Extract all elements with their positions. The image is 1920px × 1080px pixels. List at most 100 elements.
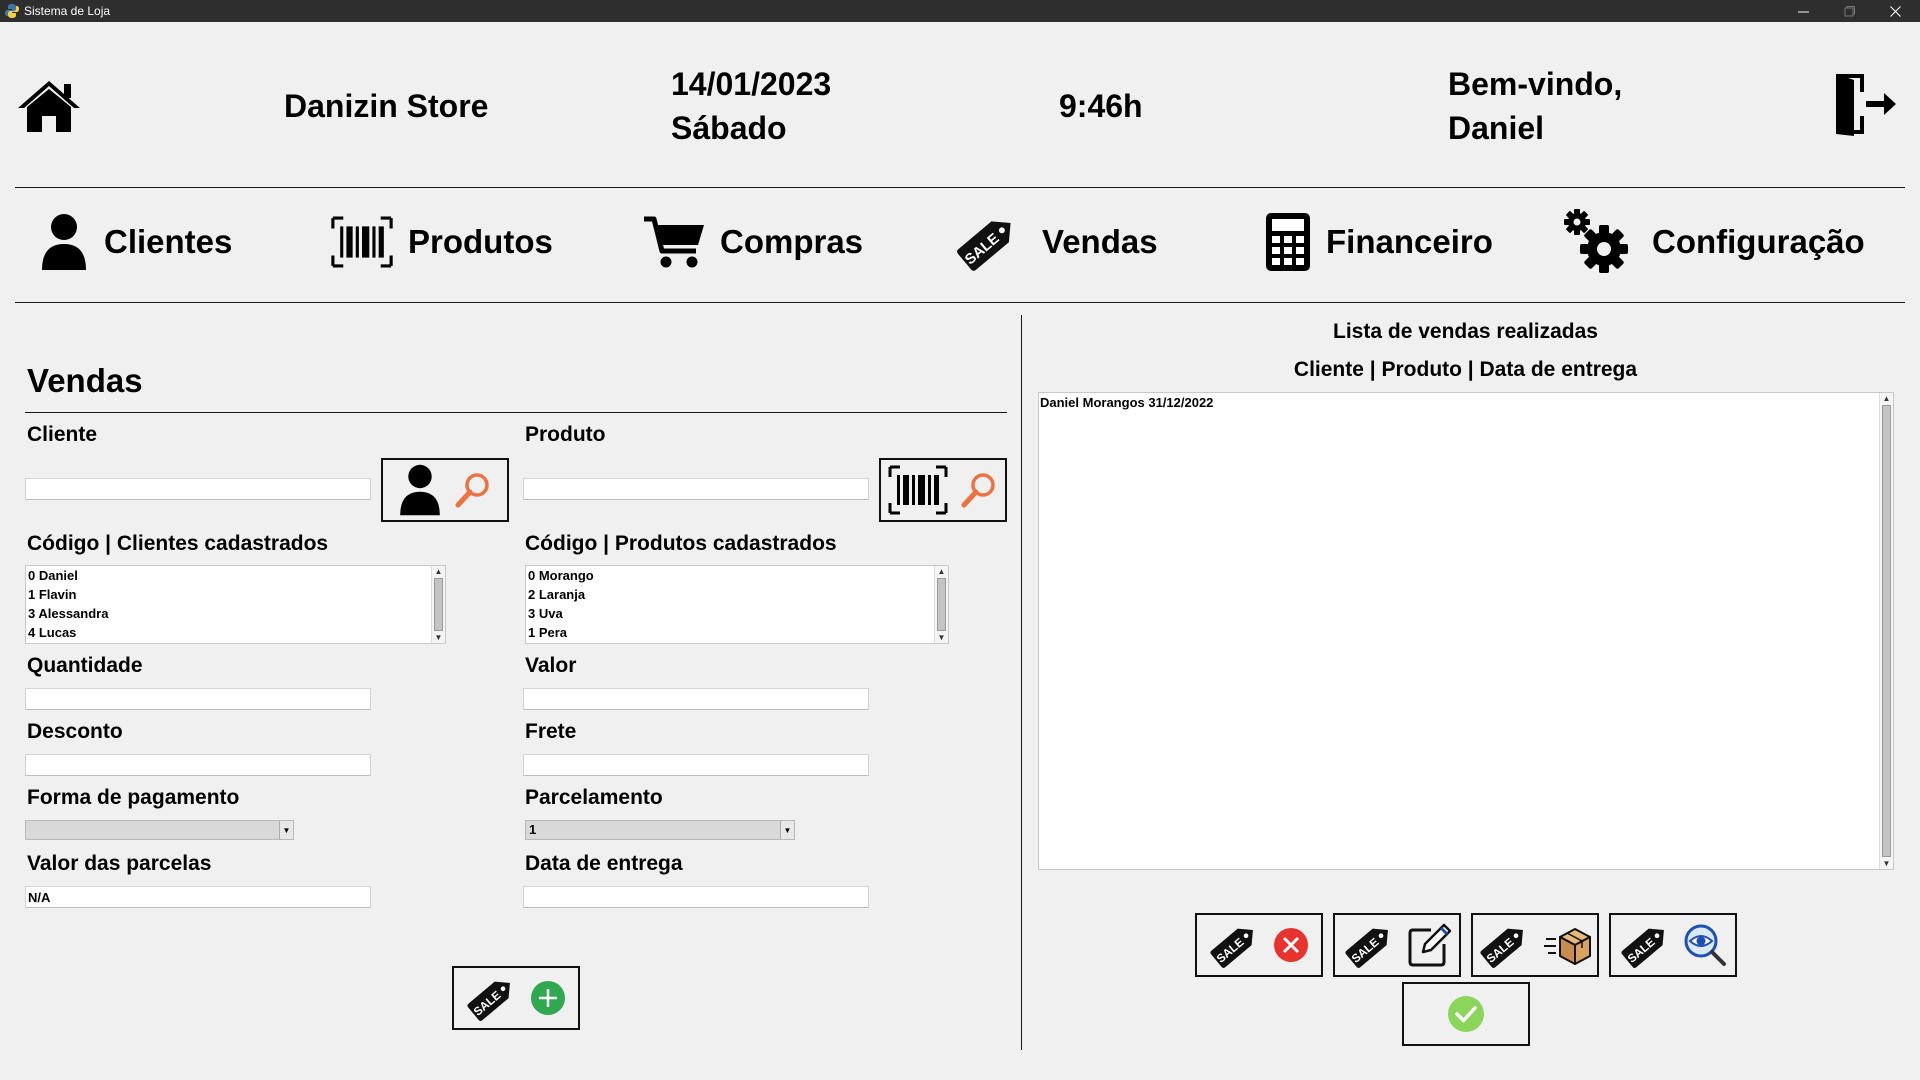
nav-configuracao[interactable]: Configuração — [1562, 202, 1865, 282]
edit-icon — [1408, 923, 1451, 967]
search-icon — [453, 470, 493, 510]
section-divider — [25, 412, 1007, 413]
nav-produtos[interactable]: Produtos — [330, 202, 553, 282]
produto-label: Produto — [525, 423, 606, 446]
list-item[interactable]: 3 Uva — [526, 604, 948, 623]
add-icon — [531, 981, 565, 1015]
clientes-scrollbar[interactable]: ▲ ▼ — [431, 566, 445, 643]
nav-vendas[interactable]: Vendas — [954, 202, 1158, 282]
chevron-down-icon[interactable]: ▼ — [279, 821, 293, 839]
sale-tag-icon — [954, 208, 1022, 276]
logout-icon[interactable] — [1832, 70, 1900, 138]
list-item[interactable]: 0 Daniel — [26, 566, 445, 585]
scroll-thumb[interactable] — [1882, 405, 1891, 857]
produtos-scrollbar[interactable]: ▲ ▼ — [934, 566, 948, 643]
header-divider — [15, 187, 1905, 188]
nav-financeiro-label: Financeiro — [1326, 223, 1493, 260]
deliver-sale-button[interactable] — [1471, 913, 1599, 977]
valor-label: Valor — [525, 654, 577, 677]
user-icon — [38, 212, 90, 272]
search-client-button[interactable] — [381, 458, 509, 522]
pagamento-select[interactable]: ▼ — [25, 820, 294, 840]
sales-scrollbar[interactable]: ▲ ▼ — [1879, 393, 1893, 869]
nav-compras[interactable]: Compras — [642, 202, 863, 282]
confirm-button[interactable] — [1402, 982, 1530, 1046]
minimize-icon — [1797, 11, 1809, 12]
panel-divider — [1021, 315, 1022, 1050]
window-title: Sistema de Loja — [24, 4, 111, 18]
home-icon[interactable] — [16, 78, 82, 134]
produtos-list-header: Código | Produtos cadastrados — [525, 532, 837, 555]
sale-tag-icon — [1478, 918, 1532, 972]
produtos-listbox[interactable]: 0 Morango 2 Laranja 3 Uva 1 Pera ▲ ▼ — [525, 565, 949, 644]
valor-input[interactable] — [523, 688, 869, 710]
gear-icon — [1564, 209, 1628, 273]
sale-tag-icon — [1208, 918, 1262, 972]
valor-parcelas-label: Valor das parcelas — [27, 852, 212, 875]
edit-sale-button[interactable] — [1333, 913, 1461, 977]
nav-vendas-label: Vendas — [1042, 223, 1158, 260]
sales-listbox[interactable]: Daniel Morangos 31/12/2022 ▲ ▼ — [1038, 392, 1894, 870]
data-entrega-input[interactable] — [523, 886, 869, 908]
chevron-down-icon[interactable]: ▼ — [780, 821, 794, 839]
minimize-button[interactable] — [1780, 0, 1826, 22]
list-item[interactable]: Daniel Morangos 31/12/2022 — [1039, 393, 1893, 412]
list-item[interactable]: 1 Pera — [526, 623, 948, 642]
nav-clientes-label: Clientes — [104, 223, 233, 260]
close-window-button[interactable] — [1872, 0, 1918, 22]
add-sale-button[interactable] — [452, 966, 580, 1030]
sales-list-columns: Cliente | Produto | Data de entrega — [1293, 358, 1638, 381]
package-icon — [1544, 928, 1591, 965]
nav-financeiro[interactable]: Financeiro — [1264, 202, 1493, 282]
scroll-thumb[interactable] — [434, 578, 443, 631]
scroll-down-icon[interactable]: ▼ — [935, 632, 948, 643]
current-weekday: Sábado — [671, 110, 787, 146]
store-name: Danizin Store — [284, 88, 489, 124]
window-titlebar: Sistema de Loja — [0, 0, 1920, 22]
view-sale-button[interactable] — [1609, 913, 1737, 977]
quantidade-label: Quantidade — [27, 654, 143, 677]
list-item[interactable]: 2 Laranja — [526, 585, 948, 604]
user-icon — [397, 463, 443, 517]
produto-input[interactable] — [523, 478, 869, 500]
scroll-up-icon[interactable]: ▲ — [935, 566, 948, 577]
list-item[interactable]: 3 Alessandra — [26, 604, 445, 623]
nav-produtos-label: Produtos — [408, 223, 553, 260]
delete-icon — [1274, 928, 1308, 962]
scroll-down-icon[interactable]: ▼ — [1880, 858, 1893, 869]
clientes-list-header: Código | Clientes cadastrados — [27, 532, 329, 555]
view-icon — [1684, 924, 1726, 966]
parcelamento-select[interactable]: 1 ▼ — [525, 820, 795, 840]
frete-input[interactable] — [523, 754, 869, 776]
delete-sale-button[interactable] — [1195, 913, 1323, 977]
close-icon — [1889, 5, 1901, 17]
frete-label: Frete — [525, 720, 577, 743]
list-item[interactable]: 0 Morango — [526, 566, 948, 585]
clientes-listbox[interactable]: 0 Daniel 1 Flavin 3 Alessandra 4 Lucas ▲… — [25, 565, 446, 644]
valor-parcelas-input[interactable] — [25, 886, 371, 908]
sale-tag-icon — [1343, 918, 1397, 972]
parcelamento-label: Parcelamento — [525, 786, 663, 809]
sale-tag-icon — [1619, 918, 1673, 972]
scroll-thumb[interactable] — [937, 578, 946, 631]
current-time: 9:46h — [1059, 88, 1143, 124]
quantidade-input[interactable] — [25, 688, 371, 710]
section-title: Vendas — [27, 362, 143, 399]
maximize-button[interactable] — [1826, 0, 1872, 22]
search-product-button[interactable] — [879, 458, 1007, 522]
scroll-up-icon[interactable]: ▲ — [1880, 393, 1893, 404]
user-name: Daniel — [1448, 110, 1545, 146]
barcode-icon — [887, 465, 949, 515]
sale-tag-icon — [465, 971, 519, 1025]
scroll-down-icon[interactable]: ▼ — [432, 632, 445, 643]
parcelamento-selected: 1 — [529, 822, 537, 837]
cart-icon — [644, 216, 704, 268]
barcode-icon — [330, 216, 394, 268]
desconto-input[interactable] — [25, 754, 371, 776]
cliente-input[interactable] — [25, 478, 371, 500]
nav-clientes[interactable]: Clientes — [38, 202, 232, 282]
search-icon — [959, 470, 999, 510]
list-item[interactable]: 4 Lucas — [26, 623, 445, 642]
list-item[interactable]: 1 Flavin — [26, 585, 445, 604]
scroll-up-icon[interactable]: ▲ — [432, 566, 445, 577]
